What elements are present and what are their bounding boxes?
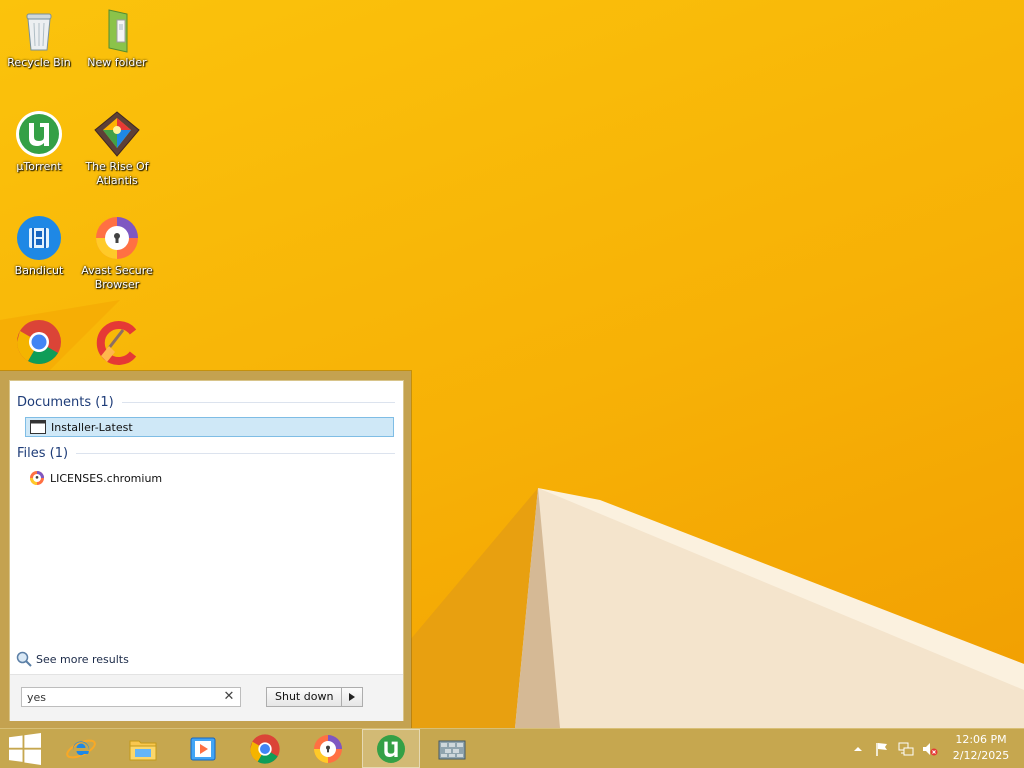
desktop-icon-avast-secure-browser[interactable]: Avast Secure Browser (78, 214, 156, 292)
result-item-licenses-chromium[interactable]: LICENSES.chromium (25, 468, 394, 488)
shutdown-options-button[interactable] (341, 688, 362, 706)
taskbar-media-player[interactable] (174, 729, 232, 768)
group-divider (76, 453, 395, 454)
desktop-icon-label: New folder (87, 56, 147, 69)
taskbar: 12:06 PM 2/12/2025 (0, 728, 1024, 768)
utorrent-icon (377, 734, 405, 763)
search-input[interactable] (22, 688, 222, 706)
group-title: Files (1) (17, 446, 69, 461)
volume-muted-icon[interactable] (922, 741, 938, 757)
result-item-installer-latest[interactable]: Installer-Latest (25, 417, 394, 437)
windows-logo-icon (9, 732, 41, 765)
folder-icon (93, 6, 141, 54)
taskbar-internet-explorer[interactable] (52, 729, 110, 768)
clear-search-button[interactable]: ✕ (220, 688, 238, 706)
result-item-label: LICENSES.chromium (50, 471, 163, 485)
taskbar-avast-secure-browser[interactable] (299, 729, 357, 768)
media-player-icon (190, 737, 216, 760)
ccleaner-icon (93, 318, 141, 366)
chrome-icon (250, 733, 280, 764)
taskbar-chrome[interactable] (236, 729, 294, 768)
recycle-bin-icon (15, 6, 63, 54)
taskbar-file-explorer[interactable] (114, 729, 172, 768)
start-button[interactable] (0, 729, 50, 768)
avast-browser-file-icon (29, 470, 45, 486)
shutdown-button[interactable]: Shut down (267, 688, 341, 706)
avast-secure-browser-icon (314, 734, 342, 763)
group-title: Documents (1) (17, 395, 114, 410)
desktop-icon-new-folder[interactable]: New folder (78, 6, 156, 70)
rise-of-atlantis-icon (93, 110, 141, 158)
search-box: ✕ (21, 687, 241, 707)
file-explorer-icon (129, 740, 157, 760)
desktop-icon-recycle-bin[interactable]: Recycle Bin (0, 6, 78, 70)
see-more-results-link[interactable]: See more results (16, 651, 129, 667)
shutdown-group: Shut down (266, 687, 364, 707)
taskbar-utorrent[interactable] (362, 729, 420, 768)
triangle-right-icon (349, 693, 356, 701)
result-item-label: Installer-Latest (51, 420, 133, 434)
desktop-icon-label: Recycle Bin (7, 56, 71, 69)
network-icon[interactable] (898, 741, 914, 757)
internet-explorer-icon (66, 739, 96, 758)
desktop-icon-utorrent[interactable]: µTorrent (0, 110, 78, 174)
window-app-icon (30, 419, 46, 435)
desktop-icon-ccleaner[interactable] (78, 318, 156, 368)
clock-date: 2/12/2025 (952, 749, 1010, 762)
start-menu: Documents (1) Installer-Latest Files (1)… (0, 371, 411, 728)
start-menu-panel: Documents (1) Installer-Latest Files (1)… (9, 380, 404, 721)
desktop-icon-label: The Rise Of Atlantis (85, 160, 149, 187)
system-clock[interactable]: 12:06 PM 2/12/2025 (948, 732, 1014, 764)
avast-secure-browser-icon (93, 214, 141, 262)
show-hidden-icons-icon[interactable] (850, 741, 866, 757)
chrome-icon (15, 318, 63, 366)
desktop-icon-label: µTorrent (16, 160, 62, 173)
game-launcher-icon (438, 740, 466, 759)
action-center-flag-icon[interactable] (874, 741, 890, 757)
desktop-icon-bandicut[interactable]: Bandicut (0, 214, 78, 278)
clock-time: 12:06 PM (955, 733, 1007, 746)
desktop-icon-label: Bandicut (14, 264, 64, 277)
bandicut-icon (15, 214, 63, 262)
taskbar-game-launcher[interactable] (423, 729, 481, 768)
desktop-icon-label: Avast Secure Browser (81, 264, 153, 291)
see-more-label: See more results (36, 652, 129, 666)
results-group-files[interactable]: Files (1) (17, 446, 395, 461)
search-icon (16, 651, 32, 667)
results-group-documents[interactable]: Documents (1) (17, 395, 395, 410)
group-divider (121, 402, 395, 403)
utorrent-icon (15, 110, 63, 158)
desktop-icon-rise-of-atlantis[interactable]: The Rise Of Atlantis (78, 110, 156, 188)
desktop-icon-chrome[interactable] (0, 318, 78, 368)
search-bar: ✕ Shut down (10, 674, 403, 721)
